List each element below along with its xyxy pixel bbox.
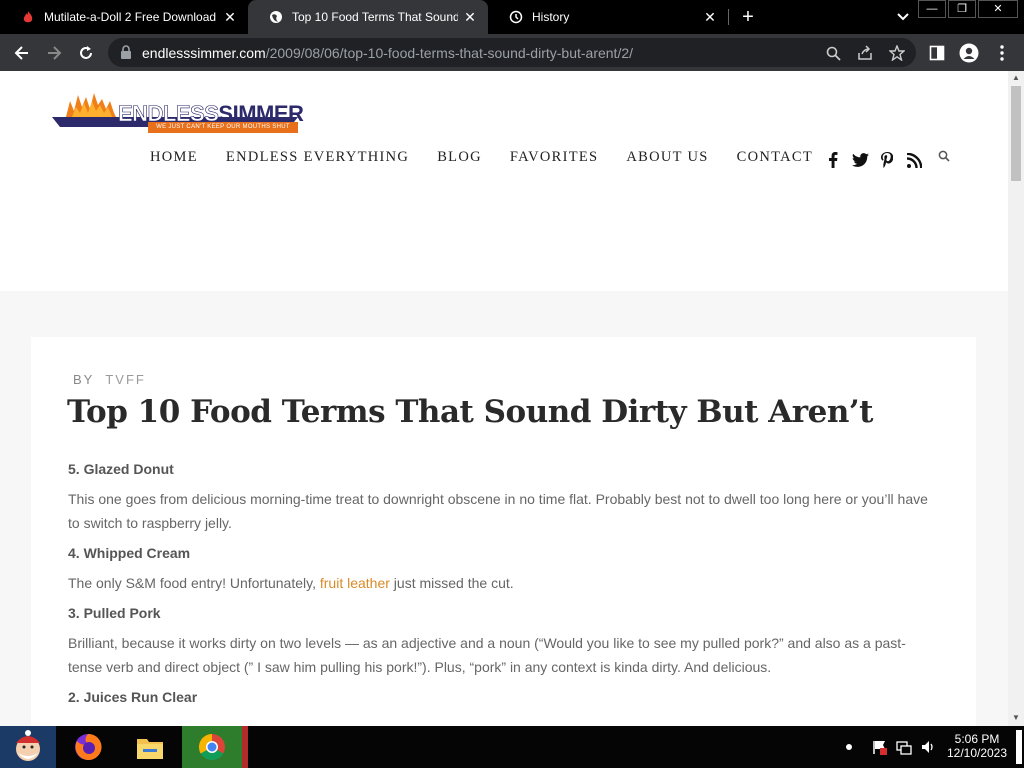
taskbar-edge xyxy=(242,726,248,768)
new-tab-icon[interactable]: + xyxy=(738,7,758,27)
window-controls: — ❐ ✕ xyxy=(916,0,1018,18)
forward-arrow-icon[interactable] xyxy=(42,41,66,65)
social-links xyxy=(824,151,932,169)
dot-icon[interactable] xyxy=(844,742,854,752)
restore-button[interactable]: ❐ xyxy=(948,0,976,18)
share-icon[interactable] xyxy=(856,44,874,62)
nav-contact[interactable]: CONTACT xyxy=(737,149,813,166)
nav-home[interactable]: HOME xyxy=(150,149,198,166)
rss-icon[interactable] xyxy=(905,151,923,169)
site-logo[interactable]: ENDLESSSIMMER WE JUST CAN'T KEEP OUR MOU… xyxy=(52,91,304,135)
tab-title: Mutilate-a-Doll 2 Free Download xyxy=(44,10,217,24)
tab-food-terms[interactable]: Top 10 Food Terms That Sound D ✕ xyxy=(248,0,488,34)
scroll-thumb[interactable] xyxy=(1011,86,1021,181)
nav-about-us[interactable]: ABOUT US xyxy=(626,149,708,166)
browser-toolbar: endlesssimmer.com/2009/08/06/top-10-food… xyxy=(0,34,1024,71)
lock-icon[interactable] xyxy=(120,45,134,59)
byline: BY TVFF xyxy=(73,372,146,387)
fruit-leather-link[interactable]: fruit leather xyxy=(320,575,390,591)
close-tab-icon[interactable]: ✕ xyxy=(462,9,478,25)
item-heading: 5. Glazed Donut xyxy=(68,461,174,477)
tab-title: History xyxy=(532,10,570,24)
start-button[interactable] xyxy=(0,726,56,768)
tab-strip: Mutilate-a-Doll 2 Free Download ✕ Top 10… xyxy=(0,0,1024,34)
post-title: Top 10 Food Terms That Sound Dirty But A… xyxy=(67,394,873,430)
author-link[interactable]: TVFF xyxy=(105,372,146,387)
main-nav: HOME ENDLESS EVERYTHING BLOG FAVORITES A… xyxy=(150,149,841,166)
item-heading: 3. Pulled Pork xyxy=(68,605,161,621)
url-text: endlesssimmer.com/2009/08/06/top-10-food… xyxy=(142,45,634,61)
bookmark-star-icon[interactable] xyxy=(888,44,906,62)
post-card: BY TVFF Top 10 Food Terms That Sound Dir… xyxy=(31,337,976,726)
twitter-icon[interactable] xyxy=(851,151,869,169)
chrome-taskbar-icon[interactable] xyxy=(182,726,242,768)
show-desktop-button[interactable] xyxy=(1016,730,1022,764)
scroll-down-arrow[interactable]: ▼ xyxy=(1012,714,1020,722)
web-page: ENDLESSSIMMER WE JUST CAN'T KEEP OUR MOU… xyxy=(0,71,1008,726)
back-arrow-icon[interactable] xyxy=(10,41,34,65)
side-panel-icon[interactable] xyxy=(926,42,948,64)
clock-time: 5:06 PM xyxy=(954,732,1000,746)
item-text: The only S&M food entry! Unfortunately, … xyxy=(68,575,514,591)
pinterest-icon[interactable] xyxy=(878,151,896,169)
close-window-button[interactable]: ✕ xyxy=(978,0,1018,18)
item-text: This one goes from delicious morning-tim… xyxy=(68,491,928,531)
page-scrollbar[interactable]: ▲ ▼ xyxy=(1008,71,1024,726)
item-heading: 4. Whipped Cream xyxy=(68,545,191,561)
chevron-down-icon[interactable] xyxy=(896,9,912,25)
tab-mutilate-a-doll[interactable]: Mutilate-a-Doll 2 Free Download ✕ xyxy=(0,0,248,34)
tab-history[interactable]: History ✕ xyxy=(488,0,728,34)
system-tray xyxy=(844,726,936,768)
taskbar-clock[interactable]: 5:06 PM 12/10/2023 xyxy=(944,732,1010,760)
close-tab-icon[interactable]: ✕ xyxy=(702,9,718,25)
site-header: ENDLESSSIMMER WE JUST CAN'T KEEP OUR MOU… xyxy=(0,71,1008,291)
post-body: 5. Glazed Donut This one goes from delic… xyxy=(68,457,938,715)
facebook-icon[interactable] xyxy=(824,151,842,169)
item-heading: 2. Juices Run Clear xyxy=(68,689,198,705)
nav-favorites[interactable]: FAVORITES xyxy=(510,149,599,166)
logo-tagline: WE JUST CAN'T KEEP OUR MOUTHS SHUT xyxy=(148,122,298,133)
kebab-menu-icon[interactable] xyxy=(991,42,1013,64)
globe-icon xyxy=(268,9,284,25)
search-icon[interactable] xyxy=(938,149,952,163)
flag-icon[interactable] xyxy=(872,739,888,755)
history-icon xyxy=(508,9,524,25)
nav-blog[interactable]: BLOG xyxy=(437,149,482,166)
scroll-up-arrow[interactable]: ▲ xyxy=(1012,74,1020,82)
item-text: Brilliant, because it works dirty on two… xyxy=(68,635,906,675)
reload-icon[interactable] xyxy=(74,41,98,65)
close-tab-icon[interactable]: ✕ xyxy=(222,9,238,25)
search-icon[interactable] xyxy=(824,44,842,62)
network-icon[interactable] xyxy=(896,739,912,755)
tab-divider xyxy=(728,9,729,25)
firefox-icon[interactable] xyxy=(60,726,116,768)
speaker-icon[interactable] xyxy=(920,739,936,755)
profile-avatar-icon[interactable] xyxy=(958,42,980,64)
tab-title: Top 10 Food Terms That Sound D xyxy=(292,10,458,24)
file-explorer-icon[interactable] xyxy=(122,726,178,768)
nav-endless-everything[interactable]: ENDLESS EVERYTHING xyxy=(226,149,409,166)
red-fire-icon xyxy=(20,9,36,25)
minimize-button[interactable]: — xyxy=(918,0,946,18)
address-bar[interactable]: endlesssimmer.com/2009/08/06/top-10-food… xyxy=(108,38,916,67)
windows-taskbar: 5:06 PM 12/10/2023 xyxy=(0,726,1024,768)
clock-date: 12/10/2023 xyxy=(946,746,1008,760)
